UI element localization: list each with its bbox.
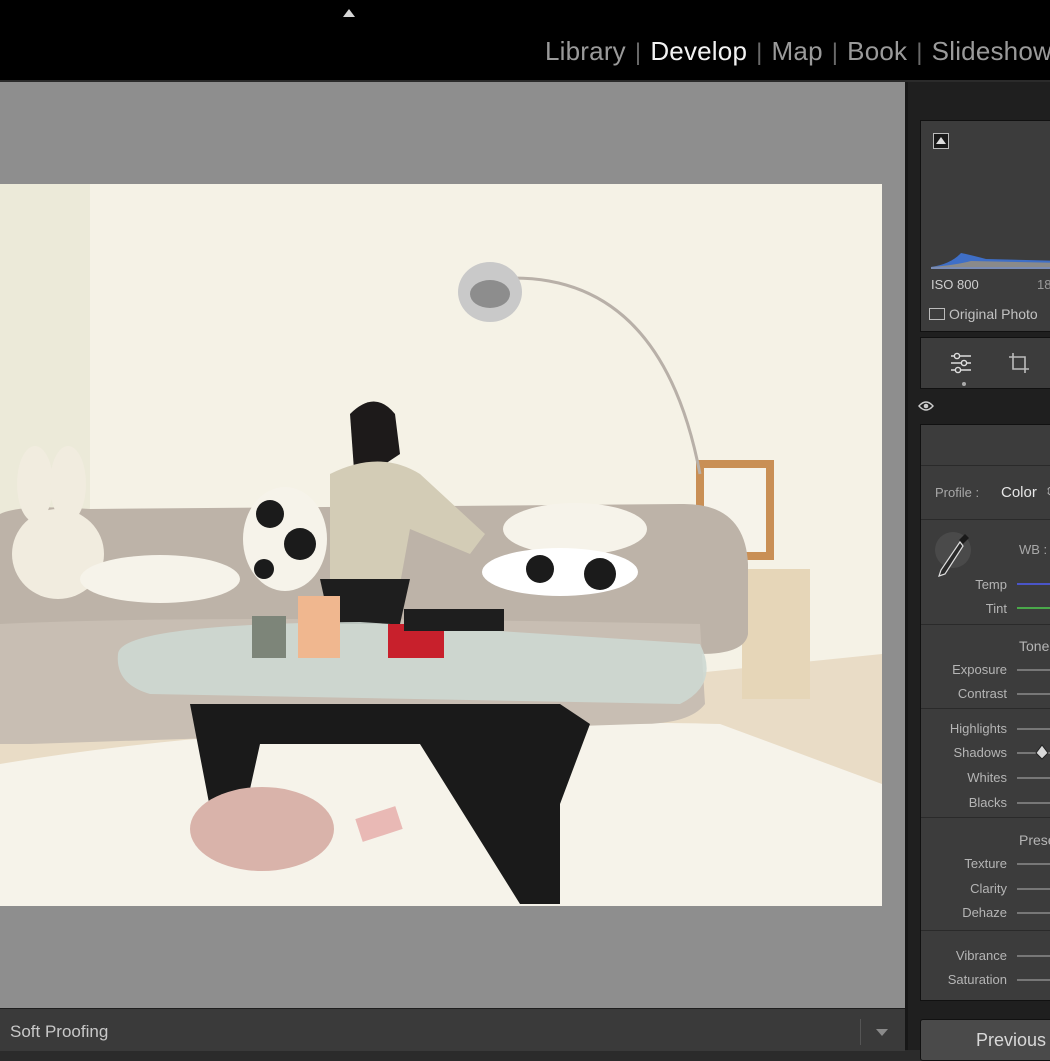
- original-photo-label: Original Photo: [949, 306, 1038, 322]
- saturation-label: Saturation: [947, 972, 1007, 987]
- edit-sliders-icon[interactable]: [949, 351, 973, 375]
- module-book[interactable]: Book: [847, 36, 907, 67]
- vibrance-slider[interactable]: [1017, 955, 1050, 957]
- module-slideshow[interactable]: Slideshow: [932, 36, 1050, 67]
- focal-length: 18 mm: [1037, 277, 1050, 292]
- module-picker: Library | Develop | Map | Book | Slideshow: [545, 36, 1050, 67]
- temp-slider[interactable]: [1017, 583, 1050, 585]
- texture-slider[interactable]: [1017, 863, 1050, 865]
- original-photo-toggle[interactable]: Original Photo: [929, 306, 1038, 322]
- profile-label: Profile :: [935, 485, 980, 500]
- contrast-slider[interactable]: [1017, 693, 1050, 695]
- presence-title: Presence: [1019, 832, 1050, 848]
- iso-value: ISO 800: [931, 277, 979, 292]
- clarity-label: Clarity: [970, 881, 1007, 896]
- blacks-slider[interactable]: [1017, 802, 1050, 804]
- module-library[interactable]: Library: [545, 36, 626, 67]
- highlights-label: Highlights: [949, 721, 1007, 736]
- histogram-graph: [931, 253, 1050, 269]
- module-separator: |: [916, 39, 923, 66]
- tint-slider[interactable]: [1017, 607, 1050, 609]
- dehaze-label: Dehaze: [962, 905, 1007, 920]
- whites-slider[interactable]: [1017, 777, 1050, 779]
- tone-title: Tone: [1019, 638, 1050, 654]
- crop-icon[interactable]: [1007, 351, 1031, 375]
- bottom-toolbar: Soft Proofing: [0, 1008, 905, 1051]
- active-tool-indicator: [962, 382, 966, 386]
- basic-panel-header[interactable]: [921, 425, 1050, 466]
- dehaze-slider[interactable]: [1017, 912, 1050, 914]
- section-divider: [921, 930, 1050, 931]
- eye-icon[interactable]: [918, 400, 934, 412]
- section-divider: [921, 708, 1050, 709]
- living-room-photo: [0, 184, 882, 906]
- previous-button-label: Previous: [976, 1030, 1047, 1050]
- texture-label: Texture: [964, 856, 1007, 871]
- section-divider: [921, 817, 1050, 818]
- panel-toggle-arrow-icon[interactable]: [343, 9, 355, 17]
- module-develop[interactable]: Develop: [650, 36, 747, 67]
- profile-select[interactable]: Color: [1001, 484, 1037, 501]
- exposure-label: Exposure: [952, 662, 1007, 677]
- wb-label: WB :: [1019, 542, 1048, 557]
- temp-label: Temp: [975, 577, 1007, 592]
- module-separator: |: [831, 39, 839, 66]
- eyedropper-icon[interactable]: [935, 530, 971, 580]
- exposure-slider[interactable]: [1017, 669, 1050, 671]
- module-bar: Library | Develop | Map | Book | Slideshow: [0, 0, 1050, 80]
- soft-proofing-checkbox[interactable]: Soft Proofing: [10, 1022, 108, 1042]
- blacks-label: Blacks: [968, 795, 1007, 810]
- module-separator: |: [756, 39, 763, 66]
- shadows-label: Shadows: [953, 745, 1007, 760]
- profile-row: Profile : Color ⇕: [921, 467, 1050, 520]
- shadows-slider-thumb[interactable]: [1035, 744, 1049, 760]
- develop-right-panel: ISO 800 18 mm Original Photo Profile : C…: [905, 82, 1050, 1061]
- dropdown-arrow-icon[interactable]: [876, 1029, 888, 1036]
- tool-strip: [920, 337, 1050, 389]
- module-separator: |: [634, 39, 642, 66]
- toolbar-divider: [860, 1019, 861, 1045]
- vibrance-label: Vibrance: [955, 948, 1007, 963]
- basic-panel: Profile : Color ⇕ WB : Temp Tint Tone Ex…: [920, 424, 1050, 1001]
- profile-stepper-icon[interactable]: ⇕: [1045, 485, 1050, 498]
- previous-button[interactable]: Previous: [920, 1019, 1050, 1061]
- image-canvas[interactable]: [0, 82, 905, 1008]
- highlights-slider[interactable]: [1017, 728, 1050, 730]
- module-map[interactable]: Map: [772, 36, 823, 67]
- whites-label: Whites: [967, 770, 1007, 785]
- checkbox-icon[interactable]: [929, 308, 945, 320]
- histogram-clipping-icon[interactable]: [933, 133, 949, 149]
- tint-label: Tint: [985, 601, 1007, 616]
- photo-preview[interactable]: [0, 184, 882, 906]
- histogram-panel[interactable]: ISO 800 18 mm Original Photo: [920, 120, 1050, 332]
- saturation-slider[interactable]: [1017, 979, 1050, 981]
- white-balance-section: WB : Temp Tint: [921, 520, 1050, 625]
- clarity-slider[interactable]: [1017, 888, 1050, 890]
- contrast-label: Contrast: [957, 686, 1007, 701]
